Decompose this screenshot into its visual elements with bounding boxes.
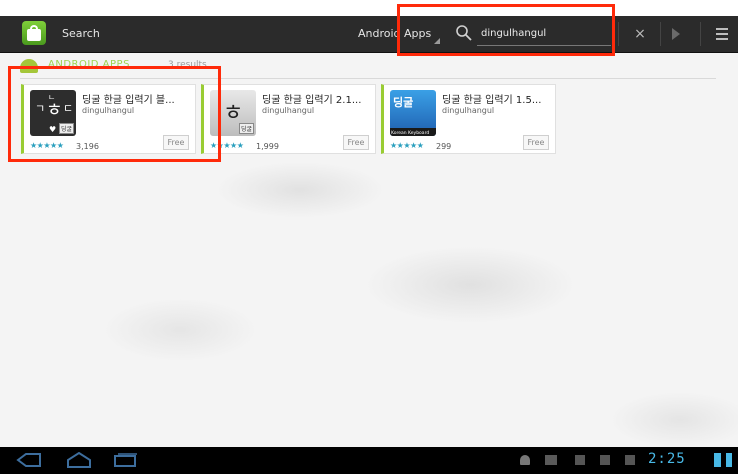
notification-icon [545, 455, 557, 465]
recent-apps-icon[interactable] [114, 453, 138, 467]
debug-android-icon [520, 455, 530, 465]
icon-caption: Korean Keyboard [391, 131, 430, 136]
download-complete-icon [575, 455, 585, 465]
app-card[interactable]: ㅎ 딩굴 딩굴 한글 입력기 2.1... dingulhangul ★★★★★… [201, 84, 376, 154]
app-title: 딩굴 한글 입력기 2.1... [262, 95, 362, 106]
highlight-box-search [397, 4, 615, 56]
top-margin [0, 0, 738, 16]
rating-count: 299 [436, 142, 452, 151]
action-bar: Search Android Apps dingulhangul × [0, 16, 738, 53]
clock[interactable]: 2:25 [648, 451, 686, 467]
app-developer: dingulhangul [442, 106, 495, 115]
app-icon: 딩굴 Korean Keyboard [390, 90, 436, 136]
app-title: 딩굴 한글 입력기 1.5... [442, 95, 542, 106]
system-bar: 2:25 [0, 447, 738, 474]
back-icon[interactable] [16, 453, 42, 467]
highlight-box-first-app [8, 66, 221, 162]
home-icon[interactable] [66, 452, 92, 468]
download-complete-icon [625, 455, 635, 465]
download-complete-icon [600, 455, 610, 465]
rating-count: 1,999 [256, 142, 279, 151]
market-screen: Search Android Apps dingulhangul × ANDRO… [0, 0, 738, 474]
app-developer: dingulhangul [262, 106, 315, 115]
icon-badge: 딩굴 [393, 96, 414, 109]
divider [618, 22, 619, 46]
app-card[interactable]: 딩굴 Korean Keyboard 딩굴 한글 입력기 1.5... ding… [381, 84, 556, 154]
menu-icon[interactable] [716, 28, 728, 40]
search-go-icon[interactable] [672, 28, 680, 40]
star-rating: ★★★★★ [390, 141, 424, 150]
divider [700, 22, 701, 46]
price-button[interactable]: Free [343, 135, 369, 150]
battery-icon [726, 453, 732, 467]
clear-search-button[interactable]: × [630, 16, 650, 52]
price-button[interactable]: Free [523, 135, 549, 150]
icon-badge: 딩굴 [238, 123, 254, 134]
market-bag-icon[interactable] [22, 21, 46, 45]
action-bar-title: Search [62, 27, 100, 40]
divider [660, 22, 661, 46]
wifi-icon [714, 453, 721, 467]
